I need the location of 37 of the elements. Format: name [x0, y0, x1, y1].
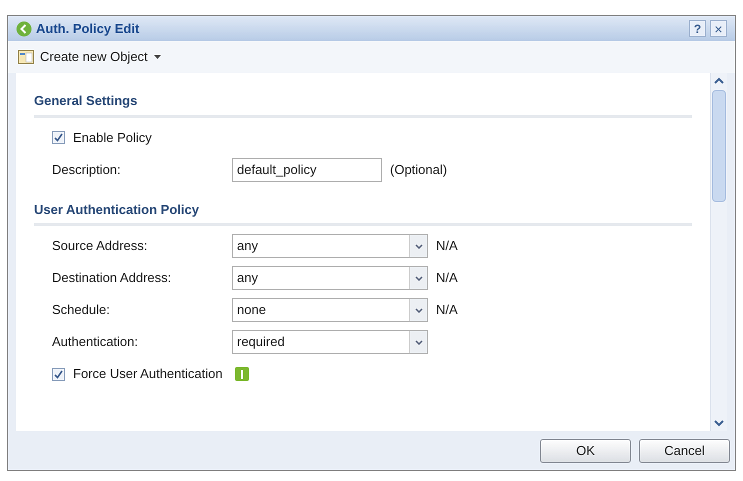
field-label: Schedule:	[52, 301, 111, 320]
caret-icon	[414, 244, 422, 248]
create-object-menu[interactable]: Create new Object	[18, 47, 161, 67]
dialog-button[interactable]: Cancel	[639, 438, 730, 462]
checkbox-label: Enable Policy	[73, 128, 152, 147]
checkbox[interactable]	[52, 131, 65, 144]
window-title: Auth. Policy Edit	[36, 20, 140, 38]
caret-icon	[414, 308, 422, 312]
scroll-down-icon[interactable]	[714, 420, 724, 427]
dropdown[interactable]: none	[232, 298, 428, 322]
caret-icon	[414, 340, 422, 344]
dropdown[interactable]: required	[232, 330, 428, 354]
folder-icon	[18, 50, 34, 64]
help-button[interactable]: ?	[689, 20, 706, 37]
section-heading: General Settings	[34, 91, 692, 118]
checkbox-label: Force User Authentication	[73, 365, 223, 384]
field-label: Destination Address:	[52, 269, 172, 288]
back-icon[interactable]	[16, 20, 32, 36]
text-field[interactable]: default_policy	[232, 158, 382, 182]
dropdown[interactable]: any	[232, 234, 428, 258]
close-button[interactable]: ×	[710, 20, 727, 37]
field-note: N/A	[436, 301, 458, 320]
caret-icon	[414, 276, 422, 280]
field-note: (Optional)	[390, 160, 448, 179]
field-note: N/A	[436, 269, 458, 288]
field-note: N/A	[436, 237, 458, 256]
scroll-up-icon[interactable]	[714, 77, 724, 84]
caret-icon	[154, 55, 161, 59]
dropdown[interactable]: any	[232, 266, 428, 290]
field-label: Source Address:	[52, 237, 148, 256]
dialog-button[interactable]: OK	[540, 438, 631, 462]
scrollbar[interactable]	[710, 73, 727, 431]
checkbox[interactable]	[52, 368, 65, 380]
field-label: Description:	[52, 160, 122, 179]
scroll-thumb[interactable]	[712, 90, 726, 202]
field-label: Authentication:	[52, 333, 140, 352]
section-heading: User Authentication Policy	[34, 200, 692, 226]
